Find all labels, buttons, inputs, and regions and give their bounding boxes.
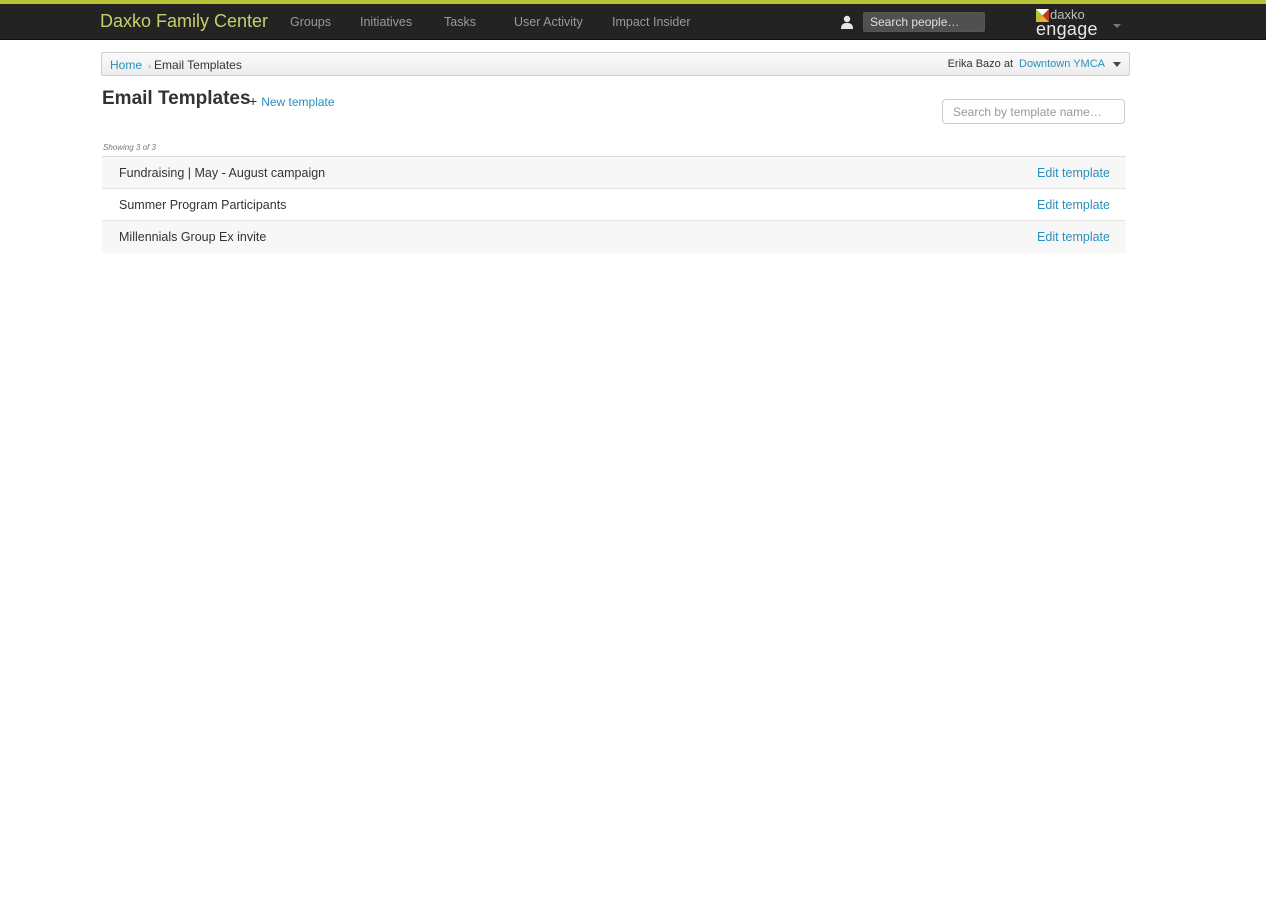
location-caret-icon[interactable] xyxy=(1113,61,1121,67)
plus-icon: + xyxy=(249,93,258,109)
user-icon xyxy=(841,15,853,29)
location-dropdown[interactable]: Downtown YMCA xyxy=(1019,58,1105,70)
user-location: Erika Bazo at Downtown YMCA xyxy=(948,58,1121,70)
app-switcher-caret-icon[interactable] xyxy=(1113,24,1121,28)
edit-template-link[interactable]: Edit template xyxy=(1037,230,1110,244)
breadcrumb-home-link[interactable]: Home xyxy=(110,58,142,72)
breadcrumb-bar: Home › Email Templates Erika Bazo at Downto… xyxy=(101,52,1130,76)
template-search-input[interactable] xyxy=(942,99,1125,124)
results-count: Showing 3 of 3 xyxy=(103,143,156,152)
brand-name[interactable]: Daxko Family Center xyxy=(100,10,268,32)
template-name: Fundraising | May - August campaign xyxy=(119,166,326,180)
template-row: Millennials Group Ex invite Edit templat… xyxy=(102,221,1126,253)
nav-item-user-activity[interactable]: User Activity xyxy=(514,15,583,29)
new-template-label[interactable]: New template xyxy=(261,95,334,109)
logo-text-engage: engage xyxy=(1036,19,1098,39)
nav-item-tasks[interactable]: Tasks xyxy=(444,15,476,29)
template-name: Summer Program Participants xyxy=(119,198,287,212)
breadcrumb-separator: › xyxy=(148,61,152,71)
new-template-button[interactable]: + New template xyxy=(249,93,335,109)
daxko-engage-logo[interactable]: daxko engage xyxy=(1036,8,1106,38)
edit-template-link[interactable]: Edit template xyxy=(1037,166,1110,180)
people-search-input[interactable] xyxy=(863,12,985,32)
template-list: Fundraising | May - August campaign Edit… xyxy=(102,156,1126,253)
template-row: Summer Program Participants Edit templat… xyxy=(102,189,1126,221)
top-navbar: Daxko Family Center Groups Initiatives T… xyxy=(0,4,1266,40)
nav-item-impact-insider[interactable]: Impact Insider xyxy=(612,15,691,29)
nav-item-initiatives[interactable]: Initiatives xyxy=(360,15,412,29)
page-title: Email Templates xyxy=(102,88,251,109)
current-user-label: Erika Bazo at xyxy=(947,58,1013,70)
template-row: Fundraising | May - August campaign Edit… xyxy=(102,157,1126,189)
template-name: Millennials Group Ex invite xyxy=(119,230,267,244)
breadcrumb-current: Email Templates xyxy=(154,58,242,72)
edit-template-link[interactable]: Edit template xyxy=(1037,198,1110,212)
nav-item-groups[interactable]: Groups xyxy=(290,15,331,29)
breadcrumb: Home › Email Templates xyxy=(110,58,242,72)
